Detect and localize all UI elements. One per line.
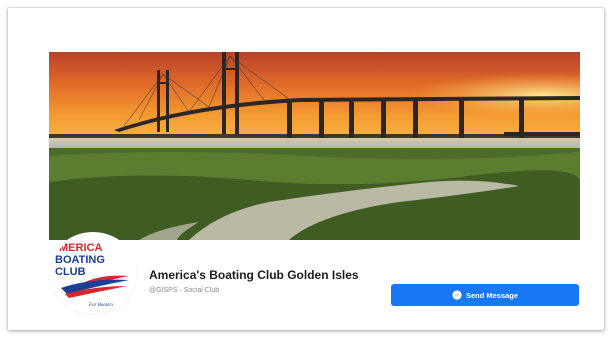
logo-line1: MERICA [59, 242, 102, 254]
page-handle-category: @GISPS · Social Club [149, 287, 220, 294]
profile-logo[interactable]: MERICA BOATING CLUB For Boaters [51, 234, 135, 312]
messenger-icon [452, 290, 462, 300]
logo-line2: BOATING [55, 254, 105, 266]
logo-tagline: For Boaters [88, 303, 113, 308]
cover-photo[interactable] [49, 52, 580, 240]
logo-line3: CLUB [55, 266, 86, 278]
cover-photo-image [49, 52, 580, 240]
boating-club-logo: MERICA BOATING CLUB For Boaters [55, 242, 129, 308]
send-message-label: Send Message [465, 290, 519, 300]
send-message-button[interactable]: Send Message [391, 284, 579, 306]
page-title[interactable]: America's Boating Club Golden Isles [149, 268, 359, 282]
